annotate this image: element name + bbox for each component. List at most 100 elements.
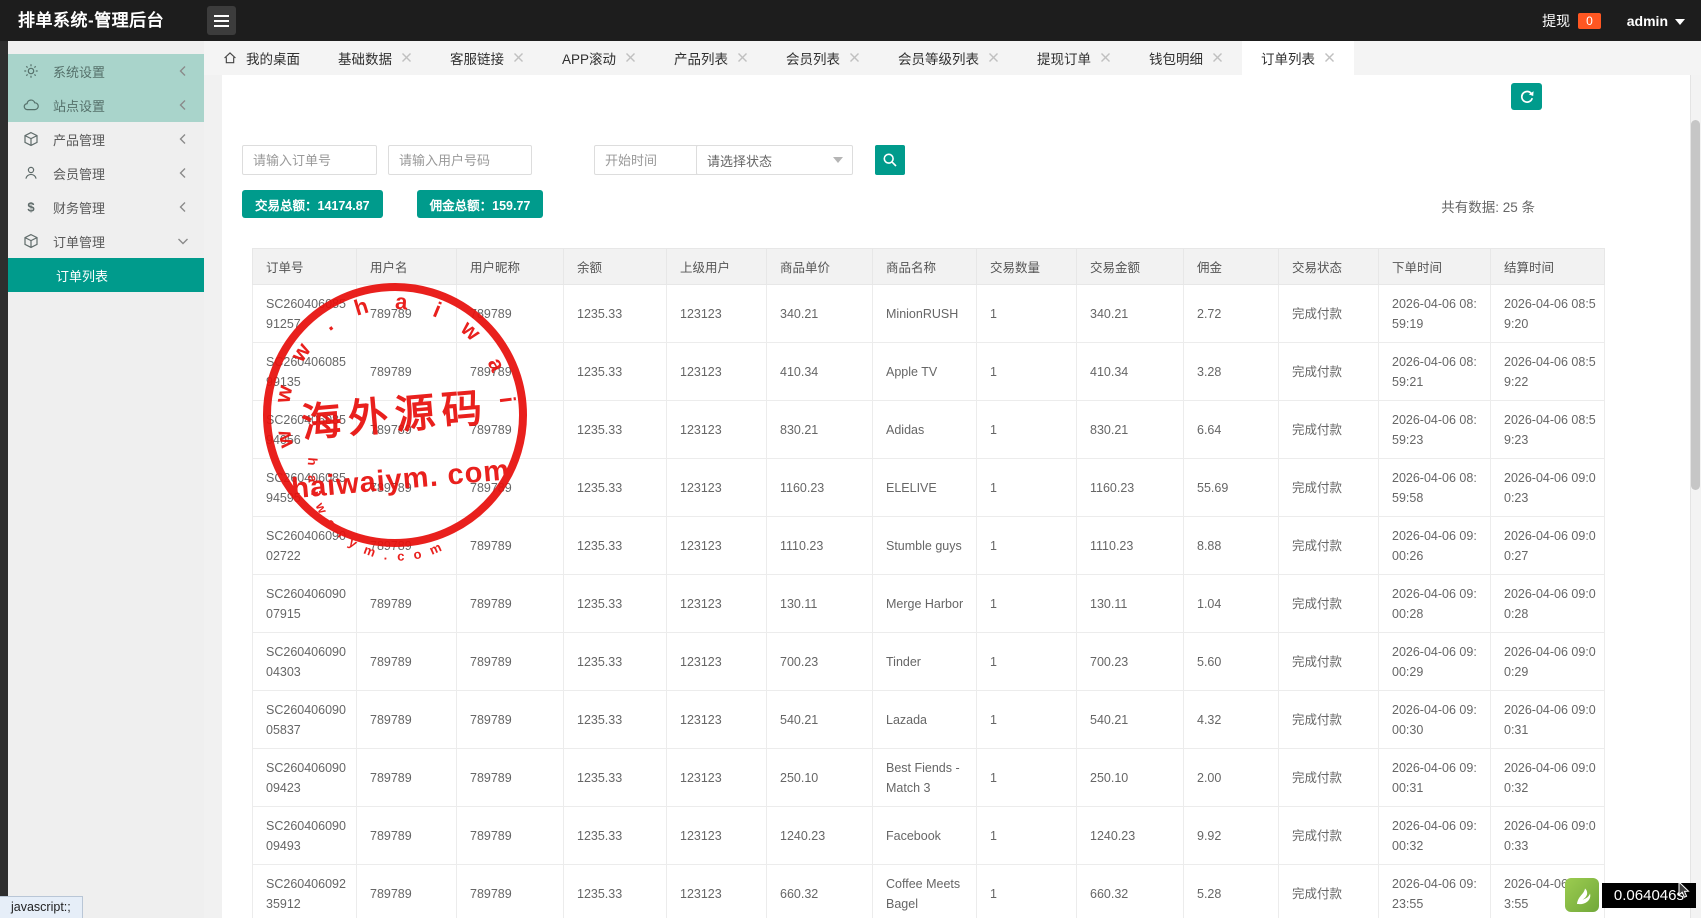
user-menu[interactable]: admin [1627,13,1685,29]
chevron-left-icon [175,165,191,184]
table-column-header: 结算时间 [1491,249,1605,285]
withdraw-count-badge: 0 [1578,13,1601,29]
tab[interactable]: 提现订单 [1018,41,1130,75]
menu-toggle-button[interactable] [207,6,236,35]
sidebar-item[interactable]: 订单管理 [8,224,204,258]
table-cell: 完成付款 [1279,691,1379,749]
table-column-header: 商品单价 [767,249,873,285]
close-icon[interactable] [988,52,999,65]
table-cell: SC26040609002722 [253,517,357,575]
table-row: SC260406085945957897897897891235.3312312… [253,459,1605,517]
table-cell: 1235.33 [564,517,667,575]
sidebar-item[interactable]: 站点设置 [8,88,204,122]
close-icon[interactable] [849,52,860,65]
table-cell: 2026-04-06 09:00:31 [1379,749,1491,807]
table-cell: 2026-04-06 09:00:28 [1491,575,1605,633]
sidebar-item-order-list[interactable]: 订单列表 [8,258,204,292]
table-row: SC260406090094937897897897891235.3312312… [253,807,1605,865]
table-cell: 完成付款 [1279,401,1379,459]
trade-total-button[interactable]: 交易总额：14174.87 [242,190,383,218]
table-cell: SC26040608591257 [253,285,357,343]
search-button[interactable] [875,145,905,175]
table-cell: 1235.33 [564,807,667,865]
table-cell: 123123 [667,691,767,749]
table-row: SC260406090079157897897897891235.3312312… [253,575,1605,633]
tab-label: 产品列表 [674,48,728,68]
table-cell: 1235.33 [564,633,667,691]
table-cell: 完成付款 [1279,865,1379,918]
table-cell: 1 [977,691,1077,749]
table-cell: 1235.33 [564,865,667,918]
content-panel: 请选择状态 交易总额：14174.87 佣金总额：159.77 共有数据: 25… [222,75,1701,918]
close-icon[interactable] [1100,52,1111,65]
table-cell: 660.32 [1077,865,1184,918]
close-icon[interactable] [737,52,748,65]
commission-total-button[interactable]: 佣金总额：159.77 [417,190,544,218]
tab[interactable]: 会员列表 [767,41,879,75]
tab[interactable]: APP滚动 [543,41,655,75]
table-row: SC260406085940567897897897891235.3312312… [253,401,1605,459]
table-cell: SC26040609007915 [253,575,357,633]
table-cell: 2026-04-06 08:59:19 [1379,285,1491,343]
tab[interactable]: 客服链接 [431,41,543,75]
table-cell: 410.34 [767,343,873,401]
table-cell: 830.21 [767,401,873,459]
table-column-header: 交易金额 [1077,249,1184,285]
table-cell: 789789 [457,749,564,807]
table-cell: 1235.33 [564,401,667,459]
chevron-left-icon [175,131,191,150]
refresh-button[interactable] [1511,83,1542,110]
sidebar-item-label: 系统设置 [53,62,105,81]
table-cell: 789789 [457,691,564,749]
table-cell: 2026-04-06 08:59:23 [1491,401,1605,459]
table-cell: 3.28 [1184,343,1279,401]
sidebar-item[interactable]: 系统设置 [8,54,204,88]
close-icon[interactable] [1324,52,1335,65]
table-cell: 789789 [457,865,564,918]
home-icon [223,51,237,65]
table-cell: Coffee Meets Bagel [873,865,977,918]
tab[interactable]: 我的桌面 [204,41,319,75]
table-cell: 340.21 [767,285,873,343]
table-cell: 6.64 [1184,401,1279,459]
table-cell: 2026-04-06 08:59:58 [1379,459,1491,517]
table-cell: 完成付款 [1279,575,1379,633]
record-count: 共有数据: 25 条 [1441,196,1535,216]
table-cell: 完成付款 [1279,517,1379,575]
table-cell: 2026-04-06 08:59:20 [1491,285,1605,343]
order-table-body: SC260406085912577897897897891235.3312312… [253,285,1605,918]
close-icon[interactable] [625,52,636,65]
tab[interactable]: 产品列表 [655,41,767,75]
sidebar-item-label: 站点设置 [53,96,105,115]
table-cell: 9.92 [1184,807,1279,865]
tab[interactable]: 订单列表 [1242,41,1354,75]
user-number-input[interactable] [388,145,532,175]
sidebar-item[interactable]: 产品管理 [8,122,204,156]
tab[interactable]: 钱包明细 [1130,41,1242,75]
order-number-input[interactable] [242,145,377,175]
close-icon[interactable] [401,52,412,65]
tab[interactable]: 基础数据 [319,41,431,75]
status-select[interactable]: 请选择状态 [696,145,853,175]
table-column-header: 交易数量 [977,249,1077,285]
table-column-header: 订单号 [253,249,357,285]
table-cell: 1 [977,865,1077,918]
close-icon[interactable] [513,52,524,65]
table-cell: 1235.33 [564,691,667,749]
sidebar-item-label: 订单管理 [53,232,105,251]
sidebar-item[interactable]: $财务管理 [8,190,204,224]
sidebar-item[interactable]: 会员管理 [8,156,204,190]
table-row: SC260406092359127897897897891235.3312312… [253,865,1605,918]
table-cell: 1160.23 [767,459,873,517]
table-cell: 700.23 [1077,633,1184,691]
scrollbar-thumb[interactable] [1691,120,1700,490]
table-cell: 789789 [357,575,457,633]
tab-label: 基础数据 [338,48,392,68]
close-icon[interactable] [1212,52,1223,65]
table-column-header: 下单时间 [1379,249,1491,285]
tab[interactable]: 会员等级列表 [879,41,1018,75]
table-cell: 1 [977,459,1077,517]
table-cell: 完成付款 [1279,285,1379,343]
withdraw-link[interactable]: 提现 0 [1542,11,1601,31]
topbar-right: 提现 0 admin [1542,0,1685,41]
